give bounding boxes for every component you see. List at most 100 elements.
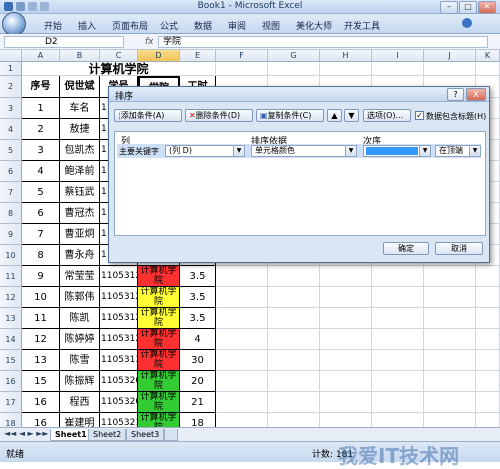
cell[interactable] <box>320 308 372 329</box>
sheet-tab[interactable]: Sheet3 <box>126 429 165 441</box>
row-header[interactable]: 15 <box>0 350 22 371</box>
sort-color-select[interactable]: ▼ <box>363 145 431 157</box>
cell[interactable] <box>476 392 500 413</box>
table-cell[interactable]: 12 <box>22 329 60 350</box>
cell[interactable] <box>216 392 268 413</box>
dialog-help-button[interactable]: ? <box>447 88 464 101</box>
row-header[interactable]: 3 <box>0 98 22 119</box>
column-header[interactable]: J <box>424 50 476 62</box>
table-cell[interactable]: 3.5 <box>180 287 216 308</box>
cell[interactable] <box>268 329 320 350</box>
cell[interactable] <box>424 266 476 287</box>
table-cell[interactable]: 计算机学院 <box>138 329 180 350</box>
table-cell[interactable]: 陈婷婷 <box>60 329 100 350</box>
table-cell[interactable]: 计算机学院 <box>138 413 180 427</box>
table-cell[interactable]: 3 <box>22 140 60 161</box>
table-cell[interactable]: 18 <box>180 413 216 427</box>
table-cell[interactable]: 11053203 <box>100 371 138 392</box>
cell[interactable] <box>424 392 476 413</box>
tab-page-layout[interactable]: 页面布局 <box>112 19 148 32</box>
select-all-corner[interactable] <box>0 50 22 62</box>
table-cell[interactable]: 11 <box>22 308 60 329</box>
cell[interactable] <box>268 371 320 392</box>
table-cell[interactable]: 9 <box>22 266 60 287</box>
table-cell[interactable]: 鲍泽前 <box>60 161 100 182</box>
table-cell[interactable]: 11053130 <box>100 350 138 371</box>
dialog-close-button[interactable]: X <box>466 88 486 101</box>
cell[interactable] <box>320 62 372 76</box>
cell[interactable] <box>268 308 320 329</box>
maximize-icon[interactable]: □ <box>459 1 477 14</box>
cell[interactable] <box>268 392 320 413</box>
cell[interactable] <box>268 350 320 371</box>
cell[interactable] <box>372 308 424 329</box>
tab-formulas[interactable]: 公式 <box>160 19 178 32</box>
cell[interactable] <box>320 392 372 413</box>
table-cell[interactable]: 5 <box>22 182 60 203</box>
row-header[interactable]: 16 <box>0 371 22 392</box>
table-cell[interactable]: 车名 <box>60 98 100 119</box>
sheet-tab[interactable]: Sheet2 <box>88 429 127 441</box>
column-header[interactable]: G <box>268 50 320 62</box>
column-header[interactable]: B <box>60 50 100 62</box>
table-cell[interactable]: 11053121 <box>100 266 138 287</box>
formula-input[interactable]: 学院 <box>158 36 488 48</box>
row-header[interactable]: 2 <box>0 76 22 98</box>
row-header[interactable]: 9 <box>0 224 22 245</box>
table-cell[interactable]: 曹亚炯 <box>60 224 100 245</box>
column-header[interactable]: H <box>320 50 372 62</box>
cell[interactable] <box>372 287 424 308</box>
has-header-checkbox[interactable]: ✓ <box>415 111 424 120</box>
sort-basis-select[interactable]: 单元格颜色 ▼ <box>251 145 357 157</box>
cell[interactable] <box>424 350 476 371</box>
cell[interactable] <box>216 371 268 392</box>
cell[interactable] <box>320 329 372 350</box>
table-cell[interactable]: 敖捷 <box>60 119 100 140</box>
cell[interactable] <box>372 371 424 392</box>
cell[interactable] <box>216 287 268 308</box>
cell[interactable] <box>424 308 476 329</box>
table-cell[interactable]: 陈雪 <box>60 350 100 371</box>
delete-condition-button[interactable]: ✕删除条件(D) <box>185 109 253 122</box>
minimize-icon[interactable]: – <box>440 1 458 14</box>
options-button[interactable]: 选项(O)... <box>363 109 411 122</box>
sheet-nav-icon[interactable]: ◄◄ ◄ ► ►► <box>4 429 49 438</box>
cell[interactable] <box>476 266 500 287</box>
tab-beautify[interactable]: 美化大师 <box>296 19 332 32</box>
table-cell[interactable]: 陈凯 <box>60 308 100 329</box>
cell[interactable] <box>216 266 268 287</box>
move-up-icon[interactable]: ▲ <box>327 109 342 122</box>
cell[interactable] <box>424 413 476 427</box>
table-cell[interactable]: 4 <box>180 329 216 350</box>
table-cell[interactable]: 崔建明 <box>60 413 100 427</box>
ok-button[interactable]: 确定 <box>383 242 429 255</box>
office-button[interactable] <box>2 12 26 36</box>
cell[interactable] <box>320 266 372 287</box>
table-cell[interactable]: 11053124 <box>100 308 138 329</box>
row-header[interactable]: 8 <box>0 203 22 224</box>
cell[interactable] <box>216 62 268 76</box>
table-cell[interactable]: 8 <box>22 245 60 266</box>
sheet-tab[interactable]: Sheet1 <box>50 429 92 441</box>
insert-sheet-icon[interactable] <box>164 429 178 441</box>
column-header[interactable]: A <box>22 50 60 62</box>
cell[interactable] <box>320 350 372 371</box>
cell[interactable] <box>424 329 476 350</box>
table-cell[interactable]: 10 <box>22 287 60 308</box>
table-cell[interactable]: 15 <box>22 371 60 392</box>
cell[interactable] <box>320 371 372 392</box>
table-cell[interactable]: 3.5 <box>180 266 216 287</box>
cell[interactable] <box>476 413 500 427</box>
close-icon[interactable]: ✕ <box>478 1 496 14</box>
column-title[interactable]: 序号 <box>22 76 60 98</box>
cell[interactable] <box>372 392 424 413</box>
tab-review[interactable]: 审阅 <box>228 19 246 32</box>
cell[interactable] <box>268 266 320 287</box>
row-header[interactable]: 6 <box>0 161 22 182</box>
cell[interactable] <box>476 329 500 350</box>
table-cell[interactable]: 16 <box>22 413 60 427</box>
row-header[interactable]: 12 <box>0 287 22 308</box>
tab-developer[interactable]: 开发工具 <box>344 19 380 32</box>
table-cell[interactable]: 计算机学院 <box>138 371 180 392</box>
row-header[interactable]: 5 <box>0 140 22 161</box>
